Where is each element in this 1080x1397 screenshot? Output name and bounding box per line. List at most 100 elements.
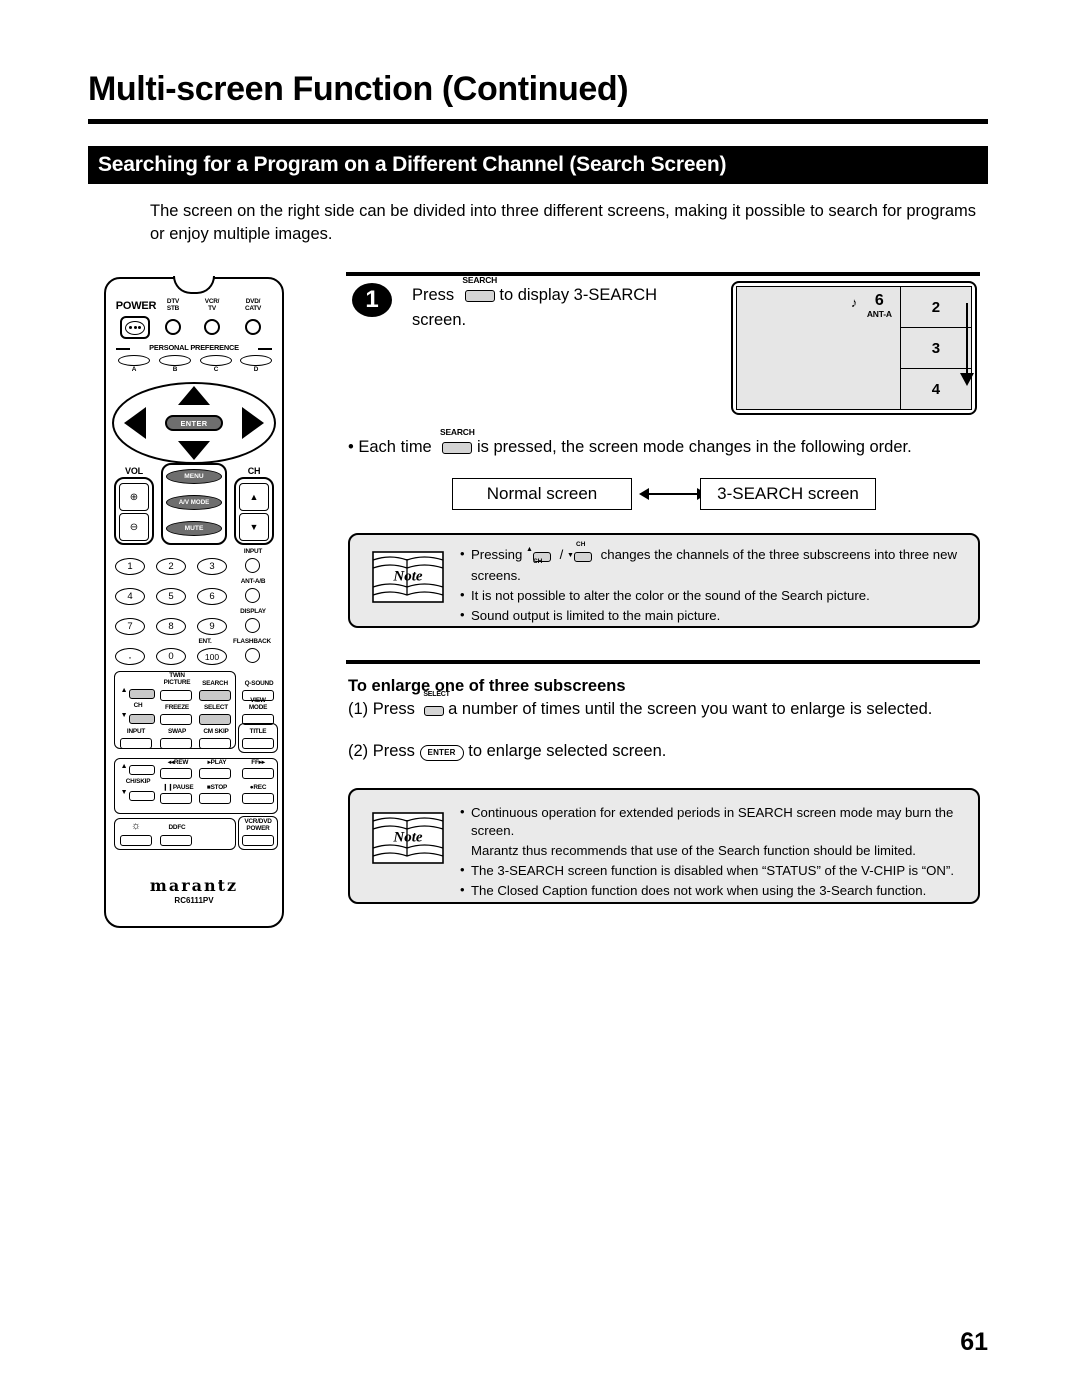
remote-vcr-tv-button[interactable]	[204, 319, 220, 335]
remote-mute-button[interactable]: MUTE	[166, 521, 222, 536]
remote-vol-up-button[interactable]: ⊕	[119, 483, 149, 511]
remote-ant-ab-button[interactable]	[245, 588, 260, 603]
remote-preference-a-label: A	[131, 366, 137, 373]
remote-preference-c-button[interactable]	[200, 355, 232, 366]
remote-stop-label: ■STOP	[206, 784, 228, 791]
remote-display-label: DISPLAY	[240, 608, 266, 615]
remote-enter-button[interactable]: ENTER	[165, 415, 223, 431]
enlarge-step-1: (1) Press SELECT a number of times until…	[348, 691, 948, 724]
remote-cm-skip-button[interactable]	[199, 738, 231, 749]
dpad-down-button[interactable]	[178, 441, 210, 460]
remote-rec-button[interactable]	[242, 793, 274, 804]
note-1-item-2: It is not possible to alter the color or…	[458, 586, 963, 605]
remote-number-5[interactable]: 5	[156, 588, 186, 605]
dpad-right-button[interactable]	[242, 407, 264, 439]
remote-number-6[interactable]: 6	[197, 588, 227, 605]
enlarge-step-1-suffix: a number of times until the screen you w…	[448, 700, 933, 718]
remote-skip-down-button[interactable]	[129, 791, 155, 801]
enlarge-step-2-suffix: to enlarge selected screen.	[468, 742, 667, 760]
each-time-text-before: Each time	[358, 438, 432, 456]
remote-ddfc-button[interactable]	[160, 835, 192, 846]
remote-search-button[interactable]	[199, 690, 231, 701]
flow-arrow-left-head	[639, 488, 649, 500]
dpad-up-button[interactable]	[178, 386, 210, 405]
remote-number-2[interactable]: 2	[156, 558, 186, 575]
tv-screen-diagram: ♪ 6 ANT-A 2 3 4	[731, 281, 977, 415]
remote-vol-label: VOL	[125, 466, 143, 476]
remote-flashback-button[interactable]	[245, 648, 260, 663]
remote-play-button[interactable]	[199, 768, 231, 779]
remote-number-3[interactable]: 3	[197, 558, 227, 575]
remote-flashback-label: FLASHBACK	[233, 638, 271, 645]
tv-subscreen-2[interactable]: 2	[900, 287, 971, 328]
note-box-1: Note Pressing ▲ CH / ▼ CH changes the ch…	[348, 533, 980, 628]
remote-ch-label: CH	[247, 466, 261, 476]
remote-preference-d-button[interactable]	[240, 355, 272, 366]
search-key-glyph-2: SEARCH	[436, 428, 475, 461]
tv-screen: ♪ 6 ANT-A 2 3 4	[736, 286, 972, 410]
remote-control-illustration: POWER DTV STB VCR/TV DVD/CATV PERSONAL PR…	[104, 276, 284, 928]
note-2-item-3: The Closed Caption function does not wor…	[458, 881, 968, 900]
remote-ch-up-button[interactable]: ▲	[239, 483, 269, 511]
remote-av-mode-button[interactable]: A/V MODE	[166, 495, 222, 510]
remote-number-7[interactable]: 7	[115, 618, 145, 635]
enlarge-step-2-prefix: (2) Press	[348, 742, 415, 760]
remote-select-button[interactable]	[199, 714, 231, 725]
remote-ent-label: ENT.	[198, 638, 212, 645]
remote-input-button[interactable]	[245, 558, 260, 573]
remote-freeze-button[interactable]	[160, 714, 192, 725]
tv-subscreen-column: 2 3 4	[900, 287, 971, 409]
remote-ch-skip-label: CH/SKIP	[125, 778, 151, 785]
note-2-item-1-sub: Marantz thus recommends that use of the …	[471, 842, 916, 858]
select-key-cap-label: SELECT	[423, 691, 450, 698]
remote-stop-button[interactable]	[199, 793, 231, 804]
remote-dtv-stb-label: DTV STB	[166, 298, 180, 312]
remote-swap-label: SWAP	[167, 728, 187, 735]
remote-preference-b-button[interactable]	[159, 355, 191, 366]
ch-up-key-label: CH	[532, 558, 543, 565]
remote-number-100[interactable]: 100	[197, 648, 227, 665]
remote-title-button[interactable]	[242, 738, 274, 749]
remote-power-button[interactable]	[120, 316, 150, 339]
remote-display-button[interactable]	[245, 618, 260, 633]
remote-number-9[interactable]: 9	[197, 618, 227, 635]
ch-down-arrow-icon: ▼	[567, 552, 574, 559]
note-2-item-2: The 3-SEARCH screen function is disabled…	[458, 861, 968, 880]
remote-func-ch-down-button[interactable]	[129, 714, 155, 724]
remote-number-4[interactable]: 4	[115, 588, 145, 605]
remote-dvd-catv-label: DVD/CATV	[244, 298, 262, 312]
music-note-icon: ♪	[850, 295, 858, 310]
remote-dtv-stb-button[interactable]	[165, 319, 181, 335]
remote-func-input-button[interactable]	[120, 738, 152, 749]
remote-number-8[interactable]: 8	[156, 618, 186, 635]
remote-rew-button[interactable]	[160, 768, 192, 779]
step-section-divider	[346, 272, 980, 276]
enlarge-section-divider	[346, 660, 980, 664]
remote-pause-button[interactable]	[160, 793, 192, 804]
remote-number-1[interactable]: 1	[115, 558, 145, 575]
remote-number-0[interactable]: 0	[156, 648, 186, 665]
remote-number-dot[interactable]: ·	[115, 648, 145, 665]
remote-vcr-dvd-power-button[interactable]	[242, 835, 274, 846]
search-key-cap-label-2: SEARCH	[439, 427, 475, 437]
note-list-1: Pressing ▲ CH / ▼ CH changes the channel…	[458, 541, 963, 627]
remote-swap-button[interactable]	[160, 738, 192, 749]
tv-osd-group: ♪ 6 ANT-A	[851, 293, 892, 320]
remote-dvd-catv-button[interactable]	[245, 319, 261, 335]
note-list-2: Continuous operation for extended period…	[458, 803, 968, 902]
note-2-item-1: Continuous operation for extended period…	[458, 803, 968, 840]
tv-subscreen-3[interactable]: 3	[900, 328, 971, 369]
remote-func-ch-up-button[interactable]	[129, 689, 155, 699]
remote-skip-up-button[interactable]	[129, 765, 155, 775]
remote-model-number: RC6111PV	[174, 896, 214, 905]
remote-vol-down-button[interactable]: ⊖	[119, 513, 149, 541]
remote-ch-down-button[interactable]: ▼	[239, 513, 269, 541]
remote-twin-picture-button[interactable]	[160, 690, 192, 701]
remote-preference-a-button[interactable]	[118, 355, 150, 366]
dpad-left-button[interactable]	[124, 407, 146, 439]
remote-ff-button[interactable]	[242, 768, 274, 779]
remote-backlight-button[interactable]	[120, 835, 152, 846]
remote-menu-button[interactable]: MENU	[166, 469, 222, 484]
each-time-bullet: •	[348, 438, 354, 456]
remote-func-input-label: INPUT	[126, 728, 146, 735]
